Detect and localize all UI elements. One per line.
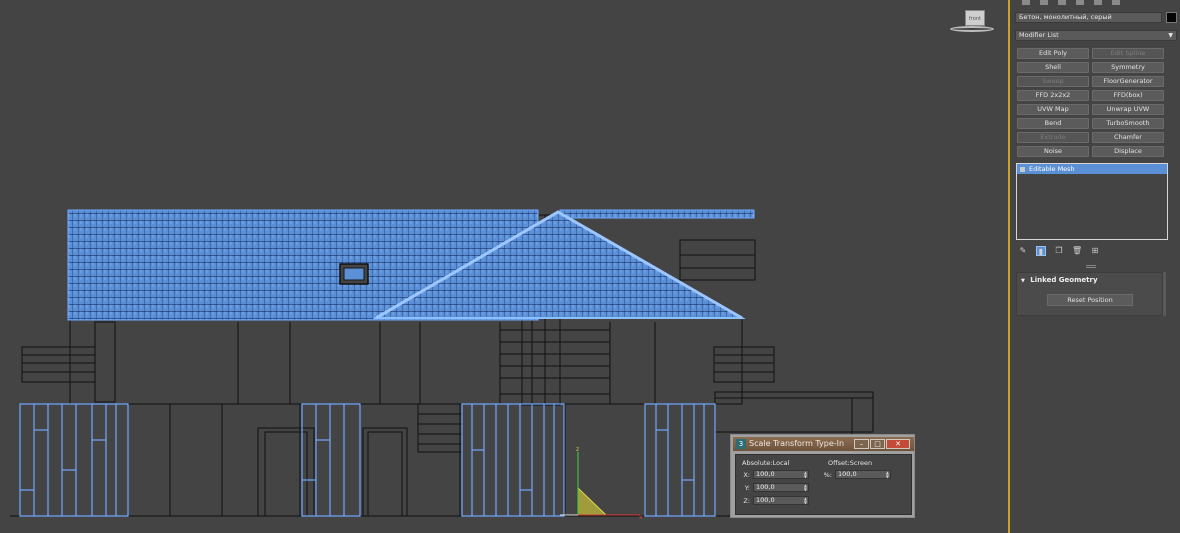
stack-item-label: Editable Mesh bbox=[1029, 165, 1075, 173]
front-viewport[interactable]: z x front 3 Scale Transform Type-In – □ … bbox=[0, 0, 1010, 533]
edit-poly-button[interactable]: Edit Poly bbox=[1017, 48, 1089, 59]
minimize-button[interactable]: – bbox=[854, 439, 869, 449]
app-icon: 3 bbox=[736, 439, 746, 449]
absolute-y-spinner[interactable]: 100,0 ▲ ▼ bbox=[753, 483, 809, 492]
dialog-title: Scale Transform Type-In bbox=[749, 439, 845, 448]
modifier-list-dropdown[interactable]: Modifier List ▼ bbox=[1015, 30, 1177, 41]
spinner-arrows-icon: ▲ ▼ bbox=[803, 496, 807, 505]
dialog-titlebar[interactable]: 3 Scale Transform Type-In – □ ✕ bbox=[733, 437, 914, 451]
svg-text:x: x bbox=[639, 514, 643, 521]
remove-modifier-icon[interactable]: 🗑 bbox=[1072, 246, 1082, 256]
rollout-resize-handle[interactable] bbox=[1086, 265, 1096, 268]
uvw-map-button[interactable]: UVW Map bbox=[1017, 104, 1089, 115]
maximize-button[interactable]: □ bbox=[870, 439, 885, 449]
rollout-title: Linked Geometry bbox=[1030, 276, 1098, 284]
offset-percent-label: %: bbox=[823, 470, 832, 479]
viewcube-compass-ring[interactable] bbox=[950, 26, 994, 32]
scale-transform-typein-dialog: 3 Scale Transform Type-In – □ ✕ Absolute… bbox=[730, 434, 915, 518]
floorgenerator-button[interactable]: FloorGenerator bbox=[1092, 76, 1164, 87]
rollout-header[interactable]: ▼ Linked Geometry bbox=[1017, 273, 1162, 287]
reset-position-button[interactable]: Reset Position bbox=[1047, 294, 1133, 306]
edit-spline-button[interactable]: Edit Spline bbox=[1092, 48, 1164, 59]
offset-percent-row: %: 100,0 ▲ ▼ bbox=[818, 470, 891, 479]
panel-scrollbar[interactable] bbox=[1163, 272, 1166, 316]
offset-group-title: Offset:Screen bbox=[828, 459, 873, 467]
utilities-tab-icon[interactable] bbox=[1112, 0, 1120, 5]
ffd-box-button[interactable]: FFD(box) bbox=[1092, 90, 1164, 101]
absolute-x-spinner[interactable]: 100,0 ▲ ▼ bbox=[753, 470, 809, 479]
svg-text:z: z bbox=[576, 446, 579, 453]
command-panel: Бетон, монолитный, серый Modifier List ▼… bbox=[1010, 0, 1180, 533]
create-tab-icon[interactable] bbox=[1022, 0, 1030, 5]
sweep-button[interactable]: Sweep bbox=[1017, 76, 1089, 87]
make-unique-icon[interactable]: ❐ bbox=[1054, 246, 1064, 256]
hierarchy-tab-icon[interactable] bbox=[1058, 0, 1066, 5]
bend-button[interactable]: Bend bbox=[1017, 118, 1089, 129]
linked-geometry-rollout: ▼ Linked Geometry Reset Position bbox=[1016, 272, 1163, 316]
absolute-x-row: X: 100,0 ▲ ▼ bbox=[736, 470, 809, 479]
command-panel-tabs bbox=[1022, 0, 1142, 6]
object-name-field[interactable]: Бетон, монолитный, серый bbox=[1015, 12, 1162, 23]
chamfer-button[interactable]: Chamfer bbox=[1092, 132, 1164, 143]
spinner-arrows-icon: ▲ ▼ bbox=[803, 470, 807, 479]
object-color-swatch[interactable] bbox=[1166, 12, 1177, 23]
modify-tab-icon[interactable] bbox=[1040, 0, 1048, 5]
absolute-x-label: X: bbox=[743, 470, 750, 479]
modifier-list-label: Modifier List bbox=[1019, 31, 1059, 39]
3ds-max-window: z x front 3 Scale Transform Type-In – □ … bbox=[0, 0, 1180, 533]
turbosmooth-button[interactable]: TurboSmooth bbox=[1092, 118, 1164, 129]
displace-button[interactable]: Displace bbox=[1092, 146, 1164, 157]
ffd-2x2x2-button[interactable]: FFD 2x2x2 bbox=[1017, 90, 1089, 101]
close-button[interactable]: ✕ bbox=[886, 439, 910, 449]
spinner-arrows-icon: ▲ ▼ bbox=[803, 483, 807, 492]
absolute-y-row: Y: 100,0 ▲ ▼ bbox=[736, 483, 809, 492]
absolute-z-row: Z: 100,0 ▲ ▼ bbox=[736, 496, 809, 505]
symmetry-button[interactable]: Symmetry bbox=[1092, 62, 1164, 73]
modifier-stack[interactable]: Editable Mesh bbox=[1016, 163, 1168, 240]
collapse-arrow-icon: ▼ bbox=[1021, 278, 1025, 284]
configure-sets-icon[interactable]: ⊞ bbox=[1090, 246, 1100, 256]
noise-button[interactable]: Noise bbox=[1017, 146, 1089, 157]
display-tab-icon[interactable] bbox=[1094, 0, 1102, 5]
motion-tab-icon[interactable] bbox=[1076, 0, 1084, 5]
stack-item-icon bbox=[1020, 167, 1025, 172]
extrude-button[interactable]: Extrude bbox=[1017, 132, 1089, 143]
spinner-arrows-icon: ▲ ▼ bbox=[885, 470, 889, 479]
pin-stack-icon[interactable]: ✎ bbox=[1018, 246, 1028, 256]
roof-selection[interactable] bbox=[67, 209, 755, 321]
viewcube[interactable]: front bbox=[950, 6, 994, 36]
dialog-body: Absolute:Local Offset:Screen X: 100,0 ▲ ▼ … bbox=[735, 454, 912, 515]
absolute-y-label: Y: bbox=[744, 483, 750, 492]
shell-button[interactable]: Shell bbox=[1017, 62, 1089, 73]
unwrap-uvw-button[interactable]: Unwrap UVW bbox=[1092, 104, 1164, 115]
absolute-group-title: Absolute:Local bbox=[742, 459, 790, 467]
show-end-result-icon[interactable]: ▮ bbox=[1036, 246, 1046, 256]
stack-toolbar: ✎ ▮ ❐ 🗑 ⊞ bbox=[1018, 246, 1100, 258]
modifier-sets-buttons: Edit Poly Edit Spline Shell Symmetry Swe… bbox=[1017, 48, 1168, 157]
viewcube-face[interactable]: front bbox=[965, 10, 985, 26]
offset-percent-spinner[interactable]: 100,0 ▲ ▼ bbox=[835, 470, 891, 479]
absolute-z-label: Z: bbox=[743, 496, 750, 505]
absolute-z-spinner[interactable]: 100,0 ▲ ▼ bbox=[753, 496, 809, 505]
stack-item-editable-mesh[interactable]: Editable Mesh bbox=[1017, 164, 1167, 174]
scale-gizmo[interactable]: z x bbox=[560, 446, 643, 521]
chevron-down-icon: ▼ bbox=[1168, 32, 1173, 39]
